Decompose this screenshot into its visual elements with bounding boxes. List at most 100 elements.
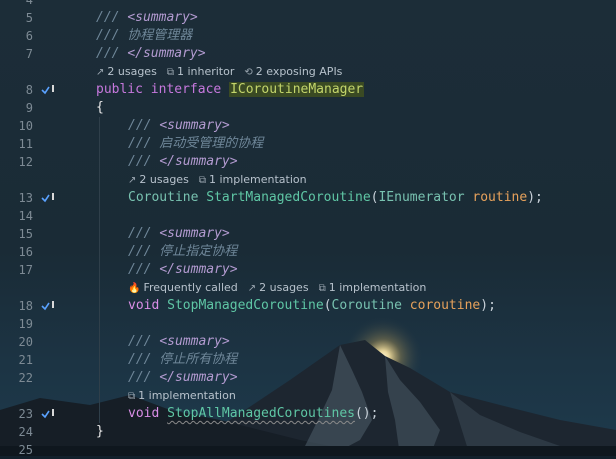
code-token: void xyxy=(128,406,168,421)
code-line[interactable]: 17 /// </summary> xyxy=(0,261,616,279)
code-line[interactable]: 7 /// </summary> xyxy=(0,45,616,63)
fold-toggle-icon[interactable] xyxy=(86,9,92,27)
code-vision-hint[interactable]: ⧉ 1 implementation xyxy=(319,281,427,294)
code-token: <summary> xyxy=(159,226,230,241)
code-text[interactable]: /// 协程管理器 xyxy=(96,27,192,45)
hint-label: 1 implementation xyxy=(138,389,236,402)
code-text[interactable]: /// </summary> xyxy=(128,153,238,171)
code-text[interactable]: /// 停止所有协程 xyxy=(128,351,237,369)
code-line[interactable]: 10 /// <summary> xyxy=(0,117,616,135)
code-vision-hints: 🔥 Frequently called ↗ 2 usages ⧉ 1 implementa… xyxy=(128,279,436,297)
implementation-icon: ⧉ xyxy=(318,283,326,294)
code-line[interactable]: 20 /// <summary> xyxy=(0,333,616,351)
line-number: 5 xyxy=(25,11,33,25)
code-line[interactable]: 13 Coroutine StartManagedCoroutine(IEnume… xyxy=(0,189,616,207)
code-line[interactable]: 6 /// 协程管理器 xyxy=(0,27,616,45)
code-token: Coroutine xyxy=(128,190,207,205)
code-line[interactable]: 18 void StopManagedCoroutine(Coroutine co… xyxy=(0,297,616,315)
code-vision-hints: ↗ 2 usages ⧉ 1 inheritor ⟲ 2 exposing APIs xyxy=(96,63,352,81)
code-line[interactable]: 8 public interface ICoroutineManager xyxy=(0,81,616,99)
code-editor[interactable]: 4 5 /// <summary> 6 /// 协程管理器 7 /// </summary>… xyxy=(0,0,616,459)
code-text[interactable]: /// <summary> xyxy=(128,225,230,243)
code-text[interactable]: /// 停止指定协程 xyxy=(128,243,237,261)
code-text[interactable]: void StopManagedCoroutine(Coroutine coro… xyxy=(128,297,496,315)
code-text[interactable]: /// </summary> xyxy=(128,261,238,279)
code-token: ); xyxy=(480,298,496,313)
code-vision-hint[interactable]: ↗ 2 usages xyxy=(96,65,157,78)
line-number: 7 xyxy=(25,47,33,61)
code-line[interactable]: 21 /// 停止所有协程 xyxy=(0,351,616,369)
code-line[interactable]: 5 /// <summary> xyxy=(0,9,616,27)
usages-icon: ↗ xyxy=(96,67,105,78)
code-text[interactable]: /// <summary> xyxy=(128,333,230,351)
fold-toggle-icon[interactable] xyxy=(86,423,92,441)
line-number: 23 xyxy=(18,407,33,421)
implementation-icon: ⧉ xyxy=(128,391,136,402)
code-line[interactable]: 14 xyxy=(0,207,616,225)
fold-toggle-icon[interactable] xyxy=(86,99,92,117)
code-vision-hints: ⧉ 1 implementation xyxy=(128,387,246,405)
code-token: /// xyxy=(128,370,160,385)
code-line[interactable]: 12 /// </summary> xyxy=(0,153,616,171)
implement-arrow-icon[interactable] xyxy=(40,189,58,207)
line-number: 15 xyxy=(18,227,33,241)
code-vision-hint[interactable]: ⧉ 1 implementation xyxy=(128,389,236,402)
line-number: 12 xyxy=(18,155,33,169)
line-number: 24 xyxy=(18,425,33,439)
hint-label: 2 usages xyxy=(107,65,157,78)
code-line[interactable]: 16 /// 停止指定协程 xyxy=(0,243,616,261)
code-vision-hint[interactable]: ⧉ 1 implementation xyxy=(199,173,307,186)
code-line[interactable]: 19 xyxy=(0,315,616,333)
api-icon: ⟲ xyxy=(244,67,253,78)
code-line[interactable]: 15 /// <summary> xyxy=(0,225,616,243)
line-number: 8 xyxy=(25,83,33,97)
code-token: void xyxy=(128,298,168,313)
code-vision-hint[interactable]: ↗ 2 usages xyxy=(248,281,309,294)
code-text[interactable]: void StopAllManagedCoroutines(); xyxy=(128,405,378,423)
code-token: <summary> xyxy=(159,118,230,133)
code-vision-hint[interactable]: ⧉ 1 inheritor xyxy=(167,65,235,78)
line-number: 22 xyxy=(18,371,33,385)
code-token: public xyxy=(96,82,151,97)
usages-icon: ↗ xyxy=(247,283,257,294)
code-token: <summary> xyxy=(159,334,230,349)
line-number: 18 xyxy=(18,299,33,313)
implement-arrow-icon[interactable] xyxy=(40,297,58,315)
code-token: /// xyxy=(96,46,128,61)
code-line[interactable]: 25 xyxy=(0,441,616,459)
line-number: 19 xyxy=(18,317,33,331)
code-text[interactable]: /// 启动受管理的协程 xyxy=(128,135,263,153)
code-token: { xyxy=(96,100,104,115)
code-text[interactable]: Coroutine StartManagedCoroutine(IEnumera… xyxy=(128,189,543,207)
code-line[interactable]: 4 xyxy=(0,0,616,9)
code-text[interactable]: /// </summary> xyxy=(96,45,206,63)
code-text[interactable]: { xyxy=(96,99,104,117)
line-number: 21 xyxy=(18,353,33,367)
code-token: </summary> xyxy=(127,46,206,61)
implement-arrow-icon[interactable] xyxy=(40,405,58,423)
code-token: /// 启动受管理的协程 xyxy=(128,136,264,151)
code-line[interactable]: 22 /// </summary> xyxy=(0,369,616,387)
code-text[interactable]: /// </summary> xyxy=(128,369,238,387)
implementation-icon: ⧉ xyxy=(166,67,174,78)
code-token: StartManagedCoroutine xyxy=(206,190,371,205)
line-number: 25 xyxy=(18,443,33,457)
hint-label: 1 inheritor xyxy=(176,65,235,78)
code-line[interactable]: 9{ xyxy=(0,99,616,117)
code-line[interactable]: 11 /// 启动受管理的协程 xyxy=(0,135,616,153)
code-token: } xyxy=(96,424,104,439)
code-vision-hint[interactable]: ↗ 2 usages xyxy=(128,173,189,186)
code-vision-hint[interactable]: ⟲ 2 exposing APIs xyxy=(244,65,342,78)
code-line[interactable]: 23 void StopAllManagedCoroutines(); xyxy=(0,405,616,423)
code-vision-hint[interactable]: 🔥 Frequently called xyxy=(128,281,238,294)
line-number: 6 xyxy=(25,29,33,43)
fire-icon: 🔥 xyxy=(128,283,141,294)
code-line[interactable]: 24} xyxy=(0,423,616,441)
code-text[interactable]: /// <summary> xyxy=(128,117,230,135)
code-token: /// xyxy=(128,334,160,349)
code-text[interactable]: /// <summary> xyxy=(96,9,198,27)
code-text[interactable]: public interface ICoroutineManager xyxy=(96,81,365,99)
code-text[interactable]: } xyxy=(96,423,104,441)
hint-label: 1 implementation xyxy=(328,281,427,294)
implement-arrow-icon[interactable] xyxy=(40,81,58,99)
